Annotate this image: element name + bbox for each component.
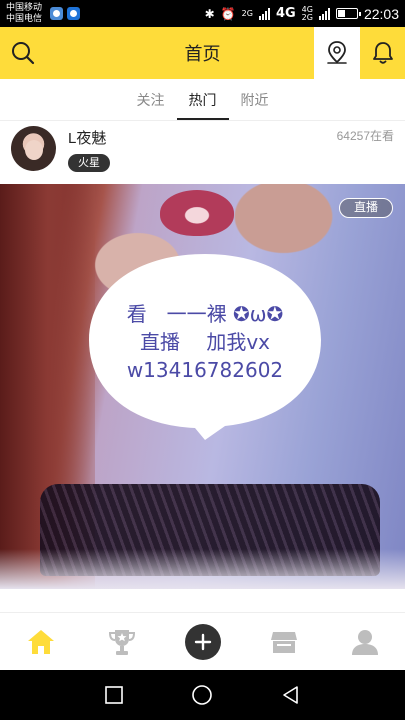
back-triangle-icon <box>283 686 298 704</box>
search-icon <box>12 42 35 65</box>
nav-start-live[interactable] <box>183 622 223 662</box>
bluetooth-icon: ✱ <box>204 6 215 21</box>
signal-icon-2 <box>318 7 330 20</box>
carrier-2: 中国电信 <box>6 13 43 24</box>
plus-icon <box>194 633 211 650</box>
shop-icon <box>270 631 297 653</box>
trophy-icon <box>108 629 135 655</box>
stream-image-face <box>160 190 234 236</box>
add-button[interactable] <box>184 623 221 660</box>
carrier-labels: 中国移动 中国电信 <box>6 3 42 25</box>
live-stream-preview[interactable]: 直播 看 一一裸 ✪ω✪ 直播 加我vx w13416782602 <box>0 184 405 589</box>
tab-follow[interactable]: 关注 <box>137 80 165 120</box>
notification-app-icon <box>50 7 64 20</box>
recents-button[interactable] <box>99 680 129 710</box>
bubble-line-3: w13416782602 <box>126 358 284 382</box>
carrier-1: 中国移动 <box>6 2 43 13</box>
page-title: 首页 <box>184 44 221 64</box>
battery-icon <box>335 8 361 19</box>
tab-nearby[interactable]: 附近 <box>241 80 269 120</box>
signal-icon <box>258 7 270 20</box>
app-header: 首页 <box>0 27 405 79</box>
nav-shop[interactable] <box>264 622 304 662</box>
alarm-icon: ⏰ <box>220 6 236 21</box>
network-type-2g: 2G <box>241 8 253 18</box>
location-pin-icon <box>327 41 347 64</box>
nav-profile[interactable] <box>345 622 385 662</box>
nav-home[interactable] <box>21 622 61 662</box>
speech-bubble-overlay: 看 一一裸 ✪ω✪ 直播 加我vx w13416782602 <box>85 250 325 442</box>
avatar[interactable] <box>11 126 56 171</box>
back-button[interactable] <box>276 680 306 710</box>
home-icon <box>27 629 54 654</box>
bottom-nav <box>0 612 405 670</box>
bubble-line-2: 直播 加我vx <box>139 330 271 354</box>
status-time: 22:03 <box>363 5 399 22</box>
profile-icon <box>351 629 378 655</box>
network-type-4g: 4G <box>275 6 296 21</box>
location-button[interactable] <box>314 27 360 79</box>
system-nav-bar <box>0 670 405 720</box>
search-button[interactable] <box>0 27 46 79</box>
viewer-count: 64257在看 <box>336 129 394 143</box>
bell-icon <box>372 42 393 64</box>
live-badge: 直播 <box>338 198 393 218</box>
feed-tabs: 关注 热门 附近 <box>0 79 405 121</box>
nav-ranking[interactable] <box>102 622 142 662</box>
square-icon <box>105 686 123 704</box>
shield-notification-icon <box>67 7 81 20</box>
notifications-button[interactable] <box>360 27 405 79</box>
streamer-row[interactable]: L夜魅 火星 64257在看 <box>0 121 405 184</box>
status-bar: 中国移动 中国电信 ✱ ⏰ 2G 4G 4G 2G 22:03 <box>0 0 405 27</box>
home-system-button[interactable] <box>187 680 217 710</box>
circle-icon <box>192 685 213 705</box>
tab-hot[interactable]: 热门 <box>176 80 229 120</box>
bubble-line-1: 看 一一裸 ✪ω✪ <box>126 302 284 326</box>
streamer-name: L夜魅 <box>68 130 107 147</box>
network-type-secondary: 4G 2G <box>301 4 313 22</box>
level-badge: 火星 <box>68 154 110 172</box>
